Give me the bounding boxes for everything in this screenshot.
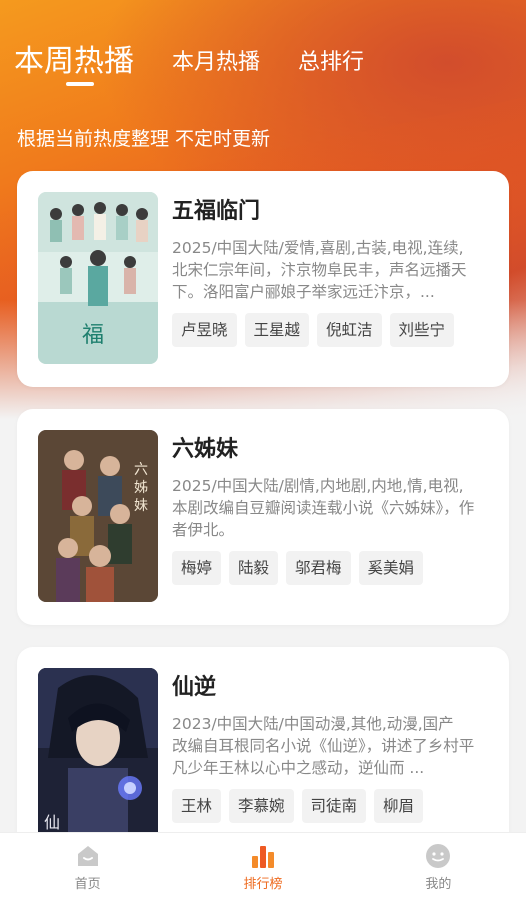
profile-icon: [426, 843, 451, 868]
cast-list: 卢昱晓 王星越 倪虹洁 刘些宁: [172, 313, 484, 347]
nav-ranking[interactable]: 排行榜: [175, 833, 350, 900]
ranking-subtitle: 根据当前热度整理 不定时更新: [17, 128, 271, 150]
drama-card[interactable]: 六 姊 妹 六姊妹 2025/中国大陆/剧情,内地剧,内地,情,电视, 本剧改编…: [17, 409, 509, 625]
bottom-navigation: 首页 排行榜 我的: [0, 832, 526, 900]
drama-title: 六姊妹: [172, 437, 239, 462]
svg-text:福: 福: [82, 323, 104, 348]
tab-all-time[interactable]: 总排行: [298, 44, 364, 76]
nav-label: 排行榜: [243, 876, 283, 892]
ranking-tabs: 本周热播 本月热播 总排行: [14, 36, 402, 80]
cast-tag[interactable]: 王林: [172, 789, 222, 823]
ranking-icon: [251, 845, 274, 868]
cast-tag[interactable]: 倪虹洁: [317, 313, 382, 347]
cast-tag[interactable]: 邬君梅: [286, 551, 351, 585]
cast-list: 王林 李慕婉 司徒南 柳眉: [172, 789, 484, 823]
drama-meta: 2025/中国大陆/爱情,喜剧,古装,电视,连续,: [172, 239, 464, 257]
poster-image: 福: [38, 192, 158, 364]
active-tab-indicator: [66, 82, 94, 86]
drama-description: 北宋仁宗年间，汴京物阜民丰，声名远播天下。洛阳富户郦娘子举家远迁汴京，...: [172, 261, 467, 301]
drama-meta: 2025/中国大陆/剧情,内地剧,内地,情,电视,: [172, 477, 464, 495]
drama-card[interactable]: 仙 仙逆 2023/中国大陆/中国动漫,其他,动漫,国产 改编自耳根同名小说《仙…: [17, 647, 509, 863]
drama-description: 改编自耳根同名小说《仙逆》，讲述了乡村平凡少年王林以心中之感动，逆仙而 ...: [172, 737, 475, 777]
cast-tag[interactable]: 刘些宁: [389, 313, 455, 347]
cast-tag[interactable]: 王星越: [244, 313, 310, 347]
poster-image: 仙: [38, 668, 158, 840]
cast-list: 梅婷 陆毅 邬君梅 奚美娟: [172, 551, 484, 585]
drama-meta: 2023/中国大陆/中国动漫,其他,动漫,国产: [172, 715, 454, 733]
poster-image: 六 姊 妹: [38, 430, 158, 602]
svg-text:六: 六: [134, 462, 148, 478]
nav-label: 我的: [425, 876, 452, 892]
ranking-list: 福 五福临门 2025/中国大陆/爱情,喜剧,古装,电视,连续, 北宋仁宗年间，…: [17, 171, 509, 885]
cast-tag[interactable]: 奚美娟: [358, 551, 424, 585]
drama-description: 本剧改编自豆瓣阅读连载小说《六姊妹》，作者伊北。: [172, 499, 475, 539]
tab-this-week[interactable]: 本周热播: [14, 36, 134, 80]
svg-text:姊: 姊: [134, 480, 148, 496]
cast-tag[interactable]: 李慕婉: [229, 789, 294, 823]
cast-tag[interactable]: 卢昱晓: [172, 313, 237, 347]
tab-this-month[interactable]: 本月热播: [172, 44, 260, 76]
svg-text:妹: 妹: [134, 498, 148, 514]
drama-title: 五福临门: [172, 199, 261, 224]
nav-home[interactable]: 首页: [0, 833, 175, 900]
nav-label: 首页: [74, 876, 101, 892]
drama-title: 仙逆: [172, 675, 217, 700]
cast-tag[interactable]: 梅婷: [172, 551, 222, 585]
nav-profile[interactable]: 我的: [351, 833, 526, 900]
drama-card[interactable]: 福 五福临门 2025/中国大陆/爱情,喜剧,古装,电视,连续, 北宋仁宗年间，…: [17, 171, 509, 387]
cast-tag[interactable]: 陆毅: [229, 551, 279, 585]
home-icon: [77, 845, 98, 866]
cast-tag[interactable]: 司徒南: [301, 789, 367, 823]
svg-text:仙: 仙: [44, 813, 60, 832]
cast-tag[interactable]: 柳眉: [374, 789, 424, 823]
